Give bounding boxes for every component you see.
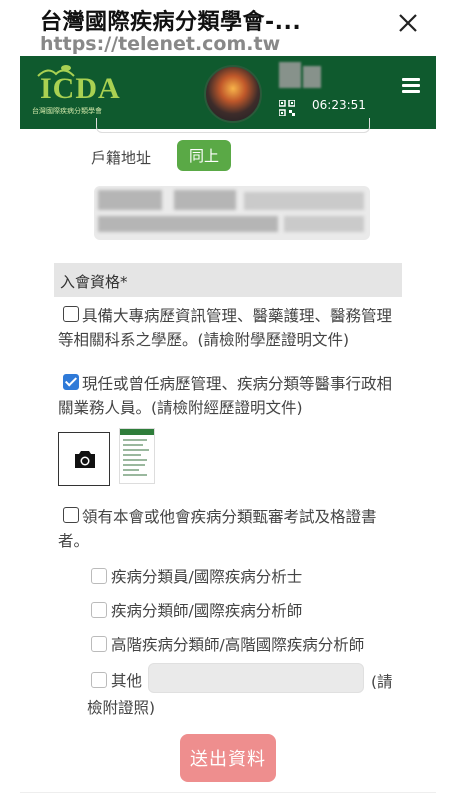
logo-subtitle: 台灣國際疾病分類學會	[32, 107, 102, 115]
membership-qualification-header: 入會資格*	[54, 263, 402, 297]
qualification-certificate-text: 領有本會或他會疾病分類甄審考試及格證書者。	[58, 508, 377, 550]
cert-option-other[interactable]: 其他	[91, 669, 142, 691]
close-icon[interactable]	[395, 12, 421, 38]
avatar[interactable]	[204, 65, 262, 123]
icda-logo[interactable]: ICDA 台灣國際疾病分類學會	[30, 62, 150, 122]
uploaded-document-thumbnail[interactable]	[119, 428, 155, 484]
cert-option-other-checkbox[interactable]	[91, 672, 107, 688]
cert-option-senior[interactable]: 高階疾病分類師/高階國際疾病分析師	[91, 633, 364, 655]
previous-input-field[interactable]	[96, 118, 370, 133]
household-address-label: 戶籍地址	[91, 149, 152, 167]
qualification-degree-text: 具備大專病歷資訊管理、醫藥護理、醫務管理等相關科系之學歷。(請檢附學歷證明文件)	[58, 307, 393, 349]
browser-page-title: 台灣國際疾病分類學會-...	[40, 10, 302, 35]
other-suffix-text-2: 檢附證照)	[87, 699, 156, 717]
cert-option-specialist-checkbox[interactable]	[91, 602, 107, 618]
cert-option-specialist[interactable]: 疾病分類師/國際疾病分析師	[91, 599, 302, 621]
section-title: 入會資格*	[60, 273, 128, 291]
submit-button[interactable]: 送出資料	[180, 734, 276, 782]
blurred-username-2	[303, 66, 321, 88]
upload-camera-button[interactable]	[58, 432, 110, 486]
logo-text: ICDA	[40, 72, 121, 105]
blurred-username	[279, 62, 301, 88]
qr-code-icon[interactable]	[279, 100, 295, 116]
other-suffix-text: (請	[371, 673, 393, 691]
divider	[20, 792, 436, 793]
hamburger-menu-icon[interactable]	[402, 78, 420, 94]
clock: 06:23:51	[312, 98, 366, 112]
camera-icon	[75, 451, 95, 468]
browser-url: https://telenet.com.tw	[40, 33, 281, 55]
cert-option-coder[interactable]: 疾病分類員/國際疾病分析士	[91, 565, 302, 587]
cert-option-coder-checkbox[interactable]	[91, 568, 107, 584]
other-certificate-input[interactable]	[148, 663, 364, 693]
qualification-experience-text: 現任或曾任病歷管理、疾病分類等醫事行政相關業務人員。(請檢附經歷證明文件)	[58, 375, 393, 417]
household-address-field[interactable]	[94, 186, 370, 240]
cert-option-senior-checkbox[interactable]	[91, 636, 107, 652]
same-as-above-button[interactable]: 同上	[177, 140, 231, 171]
